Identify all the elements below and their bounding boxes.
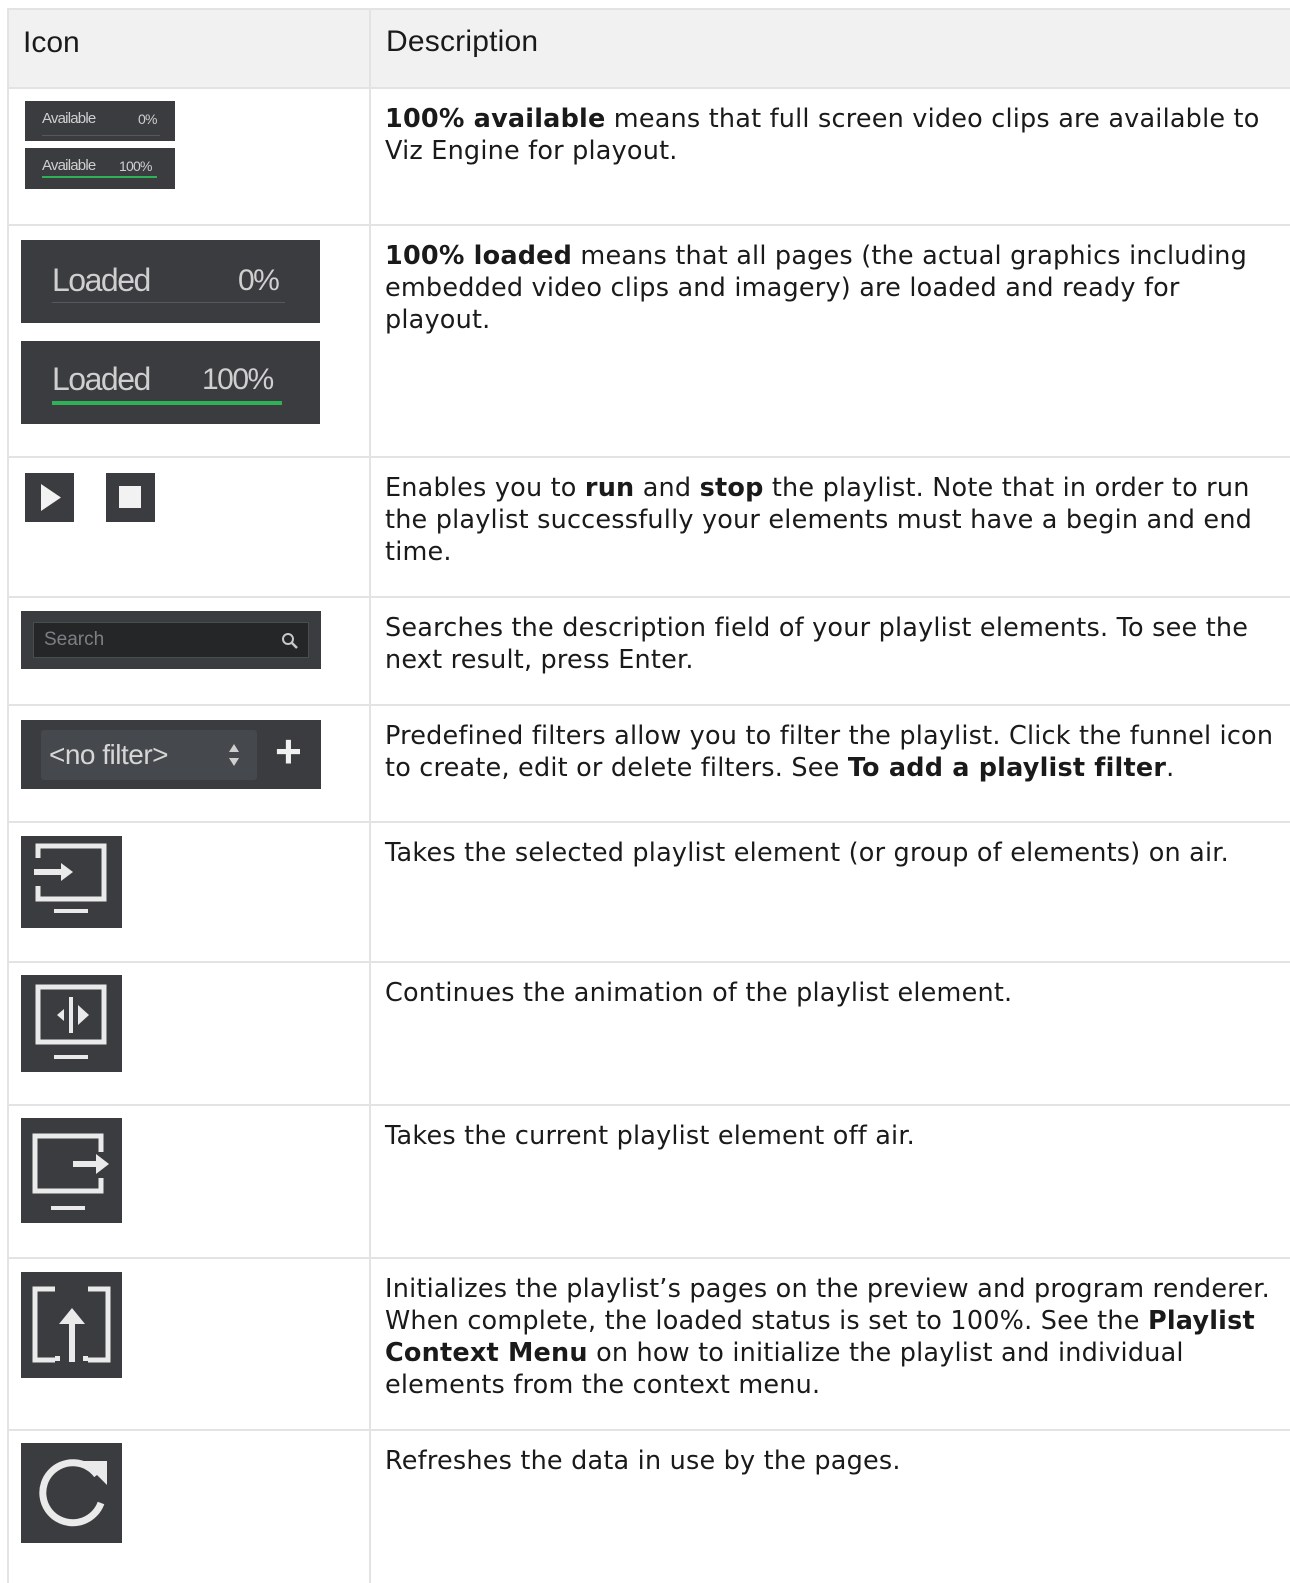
continue-icon[interactable]: [21, 975, 122, 1072]
row-description: Continues the animation of the playlist …: [385, 978, 1013, 1008]
row-description: Enables you to run and stop the playlist…: [385, 473, 1253, 567]
table-row: Initializes the playlist’s pages on the …: [9, 1259, 1290, 1431]
row-description: 100% loaded means that all pages (the ac…: [385, 241, 1248, 335]
stop-icon[interactable]: [106, 473, 155, 522]
available-progress-bar: [42, 176, 157, 178]
loaded-100-indicator: Loaded 100%: [21, 341, 320, 424]
table-row: Refreshes the data in use by the pages.: [9, 1431, 1290, 1583]
table-row: Takes the selected playlist element (or …: [9, 823, 1290, 963]
table-row: Continues the animation of the playlist …: [9, 963, 1290, 1106]
table-row: Loaded 0% Loaded 100% 100% loaded means …: [9, 226, 1290, 458]
icon-description-table: Icon Description Available 0% Available …: [7, 8, 1290, 1583]
table-row: Enables you to run and stop the playlist…: [9, 458, 1290, 598]
initialize-icon[interactable]: [21, 1272, 122, 1378]
loaded-0-indicator: Loaded 0%: [21, 240, 320, 323]
row-description: Takes the selected playlist element (or …: [385, 838, 1229, 868]
available-0-indicator: Available 0%: [25, 101, 175, 141]
row-description: 100% available means that full screen vi…: [385, 104, 1260, 166]
table-row: Available 0% Available 100% 100% availab…: [9, 89, 1290, 226]
row-description: Refreshes the data in use by the pages.: [385, 1446, 901, 1476]
select-arrows-icon: [229, 744, 239, 766]
header-icon-column: Icon: [9, 10, 371, 87]
row-description: Searches the description field of your p…: [385, 613, 1249, 675]
table-row: Search Searches the description field of…: [9, 598, 1290, 706]
filter-controls-icon: <no filter> +: [9, 706, 371, 821]
available-status-icon: Available 0% Available 100%: [9, 89, 371, 224]
search-icon: [282, 633, 298, 649]
add-filter-button[interactable]: +: [275, 724, 302, 778]
take-off-air-icon[interactable]: [21, 1118, 122, 1223]
table-header: Icon Description: [9, 8, 1290, 89]
row-description: Takes the current playlist element off a…: [385, 1121, 915, 1151]
row-description: Initializes the playlist’s pages on the …: [385, 1274, 1270, 1400]
row-description: Predefined filters allow you to filter t…: [385, 721, 1274, 783]
run-stop-icons: [9, 458, 371, 596]
play-icon[interactable]: [25, 473, 74, 522]
loaded-progress-bar: [52, 401, 282, 405]
refresh-icon[interactable]: [21, 1443, 122, 1543]
table-row: Takes the current playlist element off a…: [9, 1106, 1290, 1259]
filter-select[interactable]: <no filter>: [41, 730, 257, 780]
search-box-icon: Search: [9, 598, 371, 704]
take-on-air-icon[interactable]: [21, 836, 122, 928]
table-row: <no filter> + Predefined filters allow y…: [9, 706, 1290, 823]
available-100-indicator: Available 100%: [25, 148, 175, 189]
loaded-status-icon: Loaded 0% Loaded 100%: [9, 226, 371, 456]
search-input[interactable]: Search: [33, 622, 309, 658]
header-description-column: Description: [386, 25, 539, 58]
